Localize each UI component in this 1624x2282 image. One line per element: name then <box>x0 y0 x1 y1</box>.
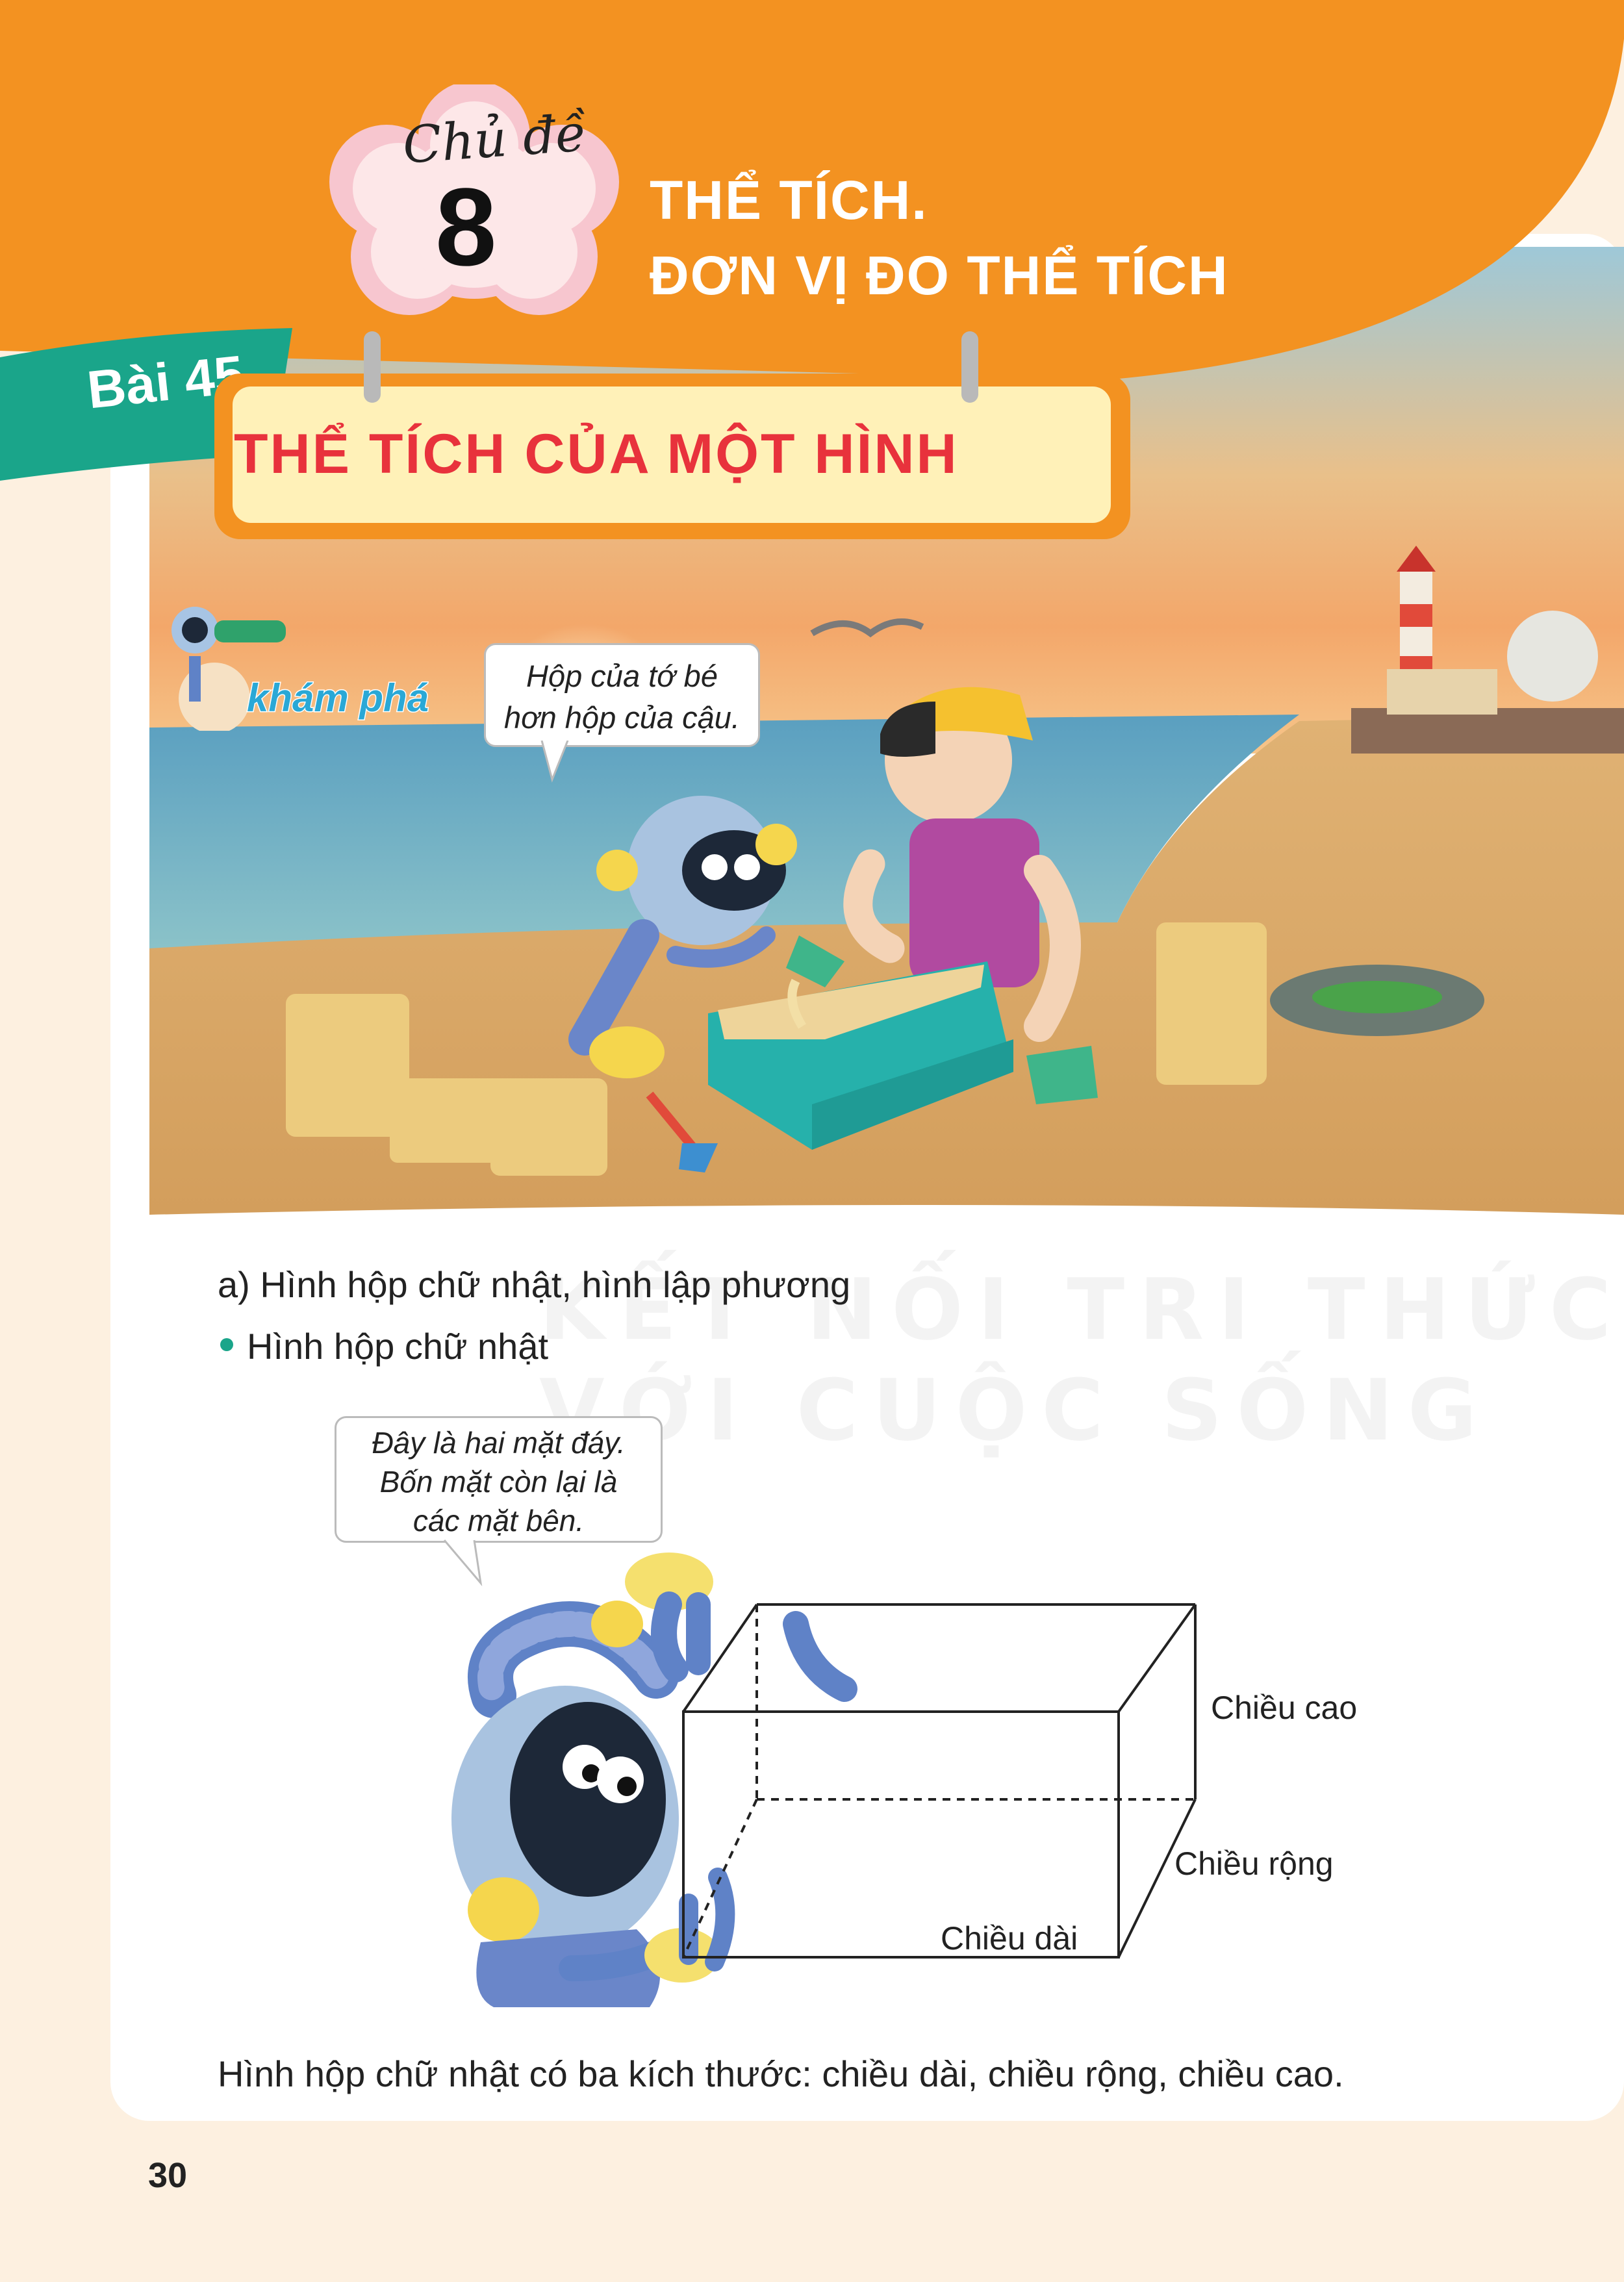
lesson-title: THỂ TÍCH CỦA MỘT HÌNH <box>234 423 959 485</box>
bullet-dot-icon <box>220 1338 233 1351</box>
kid-speech-line1: Hộp của tớ bé <box>526 659 718 693</box>
kid-speech-line2: hơn hộp của cậu. <box>504 700 740 735</box>
subheading: a) Hình hộp chữ nhật, hình lập phương <box>218 1264 851 1305</box>
kid-speech-bubble: Hộp của tớ bé hơn hộp của cậu. <box>484 643 760 747</box>
chapter-title-line2: ĐƠN VỊ ĐO THỂ TÍCH <box>650 245 1229 306</box>
speech-bubble-tail <box>540 741 569 783</box>
label-width: Chiều rộng <box>1174 1845 1334 1882</box>
section-tag-kham-pha: khám phá <box>246 676 429 721</box>
robot-speech-line1: Đây là hai mặt đáy. <box>372 1426 626 1460</box>
chapter-number: 8 <box>435 166 497 289</box>
watermark-line2: VỚI CUỘC SỐNG <box>539 1361 1491 1460</box>
chapter-title: THỂ TÍCH. ĐƠN VỊ ĐO THỂ TÍCH <box>650 162 1229 313</box>
textbook-page: Chủ đề 8 THỂ TÍCH. ĐƠN VỊ ĐO THỂ TÍCH Bà… <box>0 0 1624 2282</box>
robot-speech-line2: Bốn mặt còn lại là <box>379 1465 618 1499</box>
page-number: 30 <box>148 2156 188 2195</box>
chapter-title-line1: THỂ TÍCH. <box>650 170 928 231</box>
bullet-item: Hình hộp chữ nhật <box>247 1326 549 1367</box>
label-height: Chiều cao <box>1211 1690 1358 1726</box>
label-length: Chiều dài <box>941 1920 1078 1957</box>
conclusion-text: Hình hộp chữ nhật có ba kích thước: chiề… <box>218 2053 1344 2094</box>
